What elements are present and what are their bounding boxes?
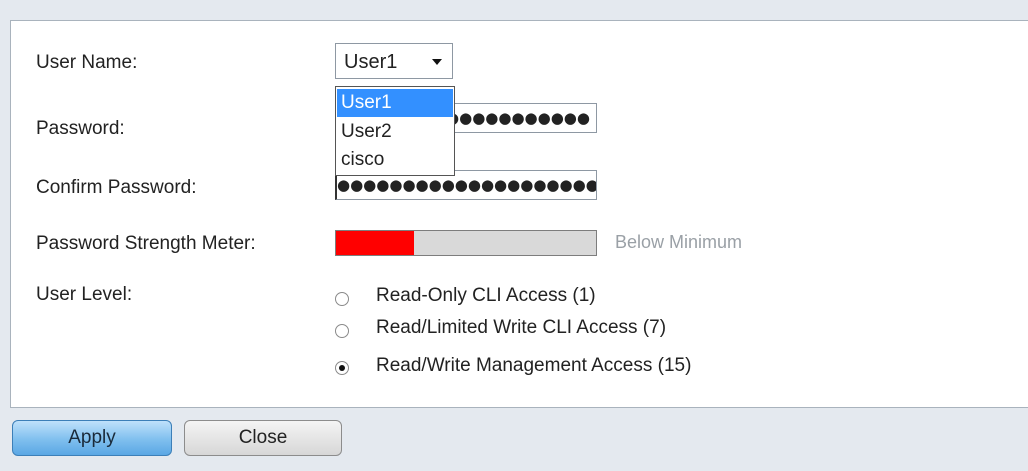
strength-meter-label: Password Strength Meter: (36, 233, 256, 254)
radio-read-only[interactable] (335, 292, 349, 306)
radio-read-write-management[interactable] (335, 361, 349, 375)
dropdown-option-user1[interactable]: User1 (337, 89, 453, 117)
dropdown-option-cisco[interactable]: cisco (337, 146, 453, 174)
radio-limited-write[interactable] (335, 324, 349, 338)
strength-meter-fill (336, 231, 414, 255)
confirm-password-label: Confirm Password: (36, 177, 197, 198)
chevron-down-icon[interactable] (432, 59, 442, 65)
apply-button[interactable]: Apply (12, 420, 172, 456)
user-name-selected-value: User1 (344, 51, 398, 73)
user-name-dropdown-list: User1 User2 cisco (335, 86, 455, 176)
user-level-label: User Level: (36, 284, 133, 305)
user-name-select[interactable]: User1 (335, 43, 453, 79)
password-strength-meter (335, 230, 597, 256)
limited-write-access-label: Read/Limited Write CLI Access (7) (376, 317, 667, 338)
close-button[interactable]: Close (184, 420, 342, 456)
strength-status-text: Below Minimum (615, 232, 743, 252)
user-name-label: User Name: (36, 52, 138, 73)
password-label: Password: (36, 118, 125, 139)
dropdown-option-user2[interactable]: User2 (337, 118, 453, 146)
read-only-access-label: Read-Only CLI Access (1) (376, 285, 596, 306)
read-write-management-access-label: Read/Write Management Access (15) (376, 355, 692, 376)
user-settings-panel (10, 20, 1028, 408)
